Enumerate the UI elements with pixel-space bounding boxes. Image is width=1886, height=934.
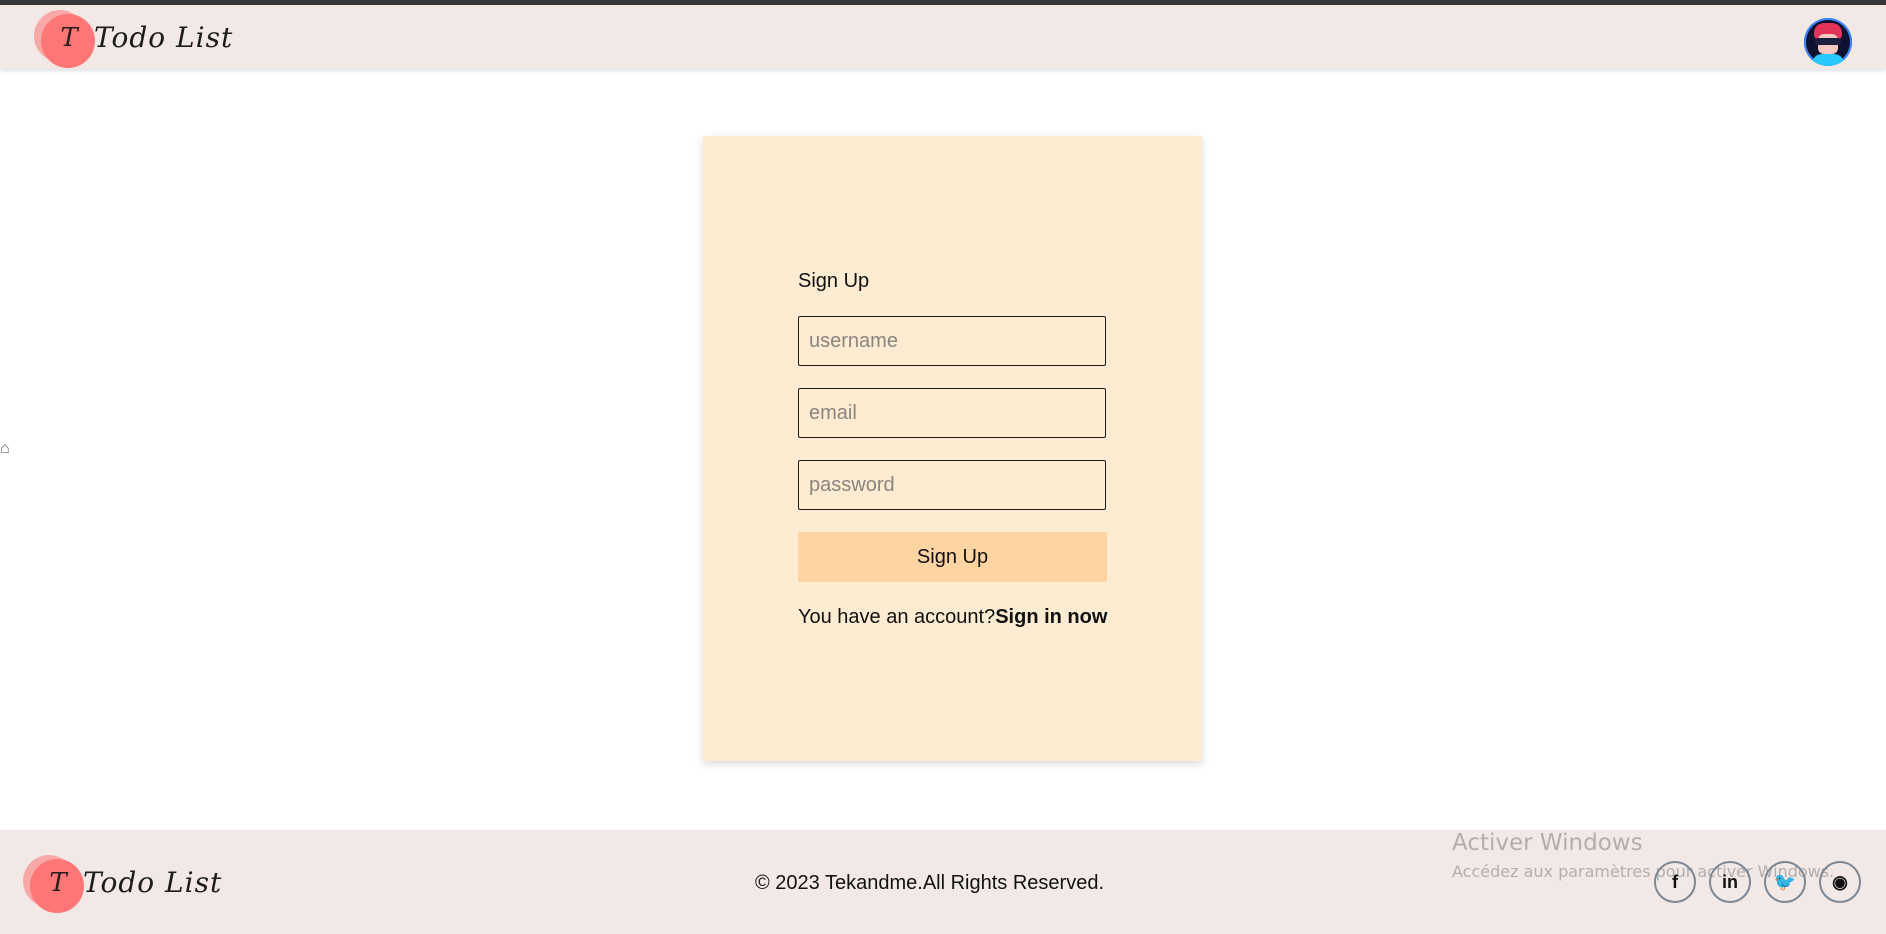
account-prompt-text: You have an account?: [798, 606, 996, 628]
copyright-text: © 2023 Tekandme.All Rights Reserved.: [755, 872, 1104, 894]
user-avatar[interactable]: [1804, 18, 1852, 66]
twitter-icon[interactable]: 🐦: [1764, 861, 1806, 903]
footer-logo[interactable]: T Todo List: [23, 852, 223, 913]
linkedin-icon[interactable]: in: [1709, 861, 1751, 903]
footer-logo-letter: T: [49, 868, 67, 898]
logo-text: Todo List: [94, 20, 234, 54]
signup-card: Sign Up Sign Up You have an account?Sign…: [703, 136, 1202, 761]
header-logo[interactable]: T Todo List: [34, 7, 234, 68]
edge-glyph-icon: ⌂: [0, 440, 10, 457]
footer-logo-text: Todo List: [83, 865, 223, 899]
signin-prompt: You have an account?Sign in now: [798, 606, 1107, 629]
logo-letter: T: [60, 23, 78, 53]
password-input[interactable]: [798, 460, 1106, 510]
form-title: Sign Up: [798, 270, 870, 292]
header: T Todo List: [0, 5, 1886, 69]
footer-logo-mark-icon: T: [23, 852, 87, 913]
watermark-title: Activer Windows: [1452, 830, 1643, 856]
github-icon[interactable]: ◉: [1819, 861, 1861, 903]
username-input[interactable]: [798, 316, 1106, 366]
signup-button[interactable]: Sign Up: [798, 532, 1107, 582]
logo-mark-icon: T: [34, 7, 98, 68]
email-input[interactable]: [798, 388, 1106, 438]
facebook-icon[interactable]: f: [1654, 861, 1696, 903]
signin-link[interactable]: Sign in now: [995, 606, 1107, 628]
